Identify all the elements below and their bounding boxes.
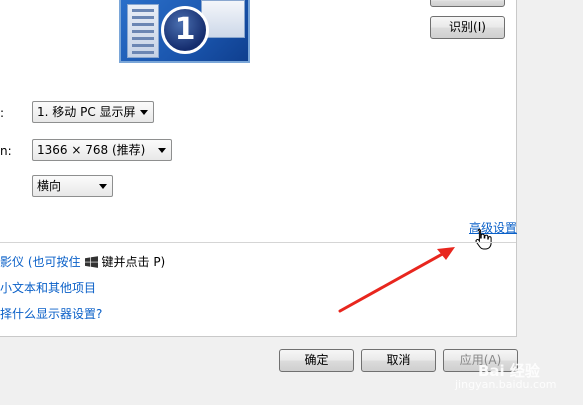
ok-button[interactable]: 确定 bbox=[279, 349, 354, 372]
detect-button[interactable] bbox=[430, 0, 505, 7]
resolution-label: n: bbox=[0, 144, 12, 158]
monitor-number-badge: 1 bbox=[161, 6, 209, 54]
window-thumbnail bbox=[127, 4, 159, 58]
display-select-value: 1. 移动 PC 显示屏 bbox=[37, 105, 136, 119]
section-divider bbox=[0, 242, 516, 243]
cancel-button[interactable]: 取消 bbox=[361, 349, 436, 372]
projector-link[interactable]: 影仪 (也可按住 键并点击 P) bbox=[0, 253, 165, 270]
hand-cursor-icon bbox=[475, 228, 492, 250]
projector-link-suffix: 键并点击 P) bbox=[101, 255, 166, 269]
identify-button[interactable]: 识别(I) bbox=[430, 16, 505, 39]
orientation-select-value: 横向 bbox=[37, 179, 62, 193]
resolution-select-value: 1366 × 768 (推荐) bbox=[37, 143, 146, 157]
chevron-down-icon bbox=[99, 184, 107, 189]
monitor-preview[interactable]: 1 bbox=[119, 0, 250, 63]
orientation-select[interactable]: 横向 bbox=[32, 175, 113, 197]
watermark-url: jingyan.baidu.com bbox=[455, 378, 557, 391]
resolution-select[interactable]: 1366 × 768 (推荐) bbox=[32, 139, 172, 161]
projector-link-prefix: 影仪 (也可按住 bbox=[0, 255, 81, 269]
windows-logo-icon bbox=[84, 256, 98, 268]
text-size-link[interactable]: 小文本和其他项目 bbox=[0, 279, 96, 296]
chevron-down-icon bbox=[158, 148, 166, 153]
which-settings-link[interactable]: 择什么显示器设置? bbox=[0, 305, 102, 322]
chevron-down-icon bbox=[140, 110, 148, 115]
display-label: : bbox=[0, 106, 5, 120]
display-select[interactable]: 1. 移动 PC 显示屏 bbox=[32, 101, 154, 123]
